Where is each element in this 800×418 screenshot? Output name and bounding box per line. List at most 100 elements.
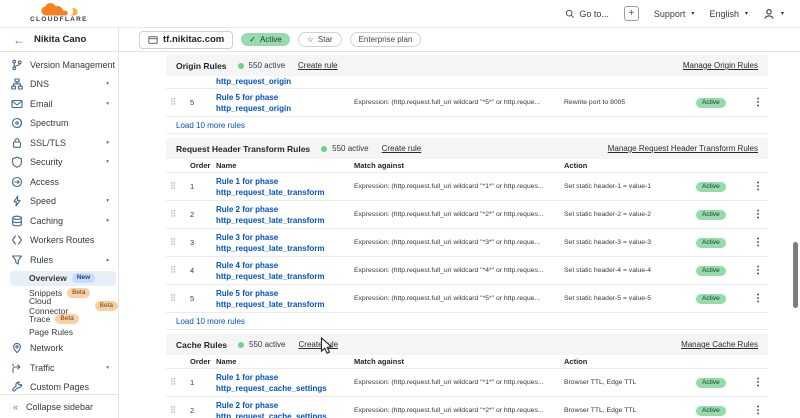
table-row: ⠿1Rule 1 for phasehttp_request_late_tran… xyxy=(166,173,768,201)
table-row: ⠿1Rule 1 for phasehttp_request_cache_set… xyxy=(166,369,768,397)
rule-order: 5 xyxy=(190,294,216,303)
rule-match-expression: Expression: (http.request.full_uri wildc… xyxy=(354,183,564,190)
column-header-name: Name xyxy=(216,161,354,170)
plan-badge: Enterprise plan xyxy=(350,32,422,47)
manage-rules-link[interactable]: Manage Cache Rules xyxy=(681,340,758,349)
table-row: ⠿5Rule 5 for phasehttp_request_originExp… xyxy=(166,89,768,117)
rule-name-link[interactable]: Rule 1 for phasehttp_request_cache_setti… xyxy=(216,372,354,394)
create-rule-link[interactable]: Create rule xyxy=(298,61,338,70)
section-request-header-transform-rules: Request Header Transform Rules550 active… xyxy=(166,138,768,330)
sidebar-item-dns[interactable]: DNS▾ xyxy=(0,75,118,95)
rule-action: Set static header-5 = value-5 xyxy=(564,295,696,302)
drag-handle-icon[interactable]: ⠿ xyxy=(166,209,190,220)
rule-match-expression: Expression: (http.request.full_uri wildc… xyxy=(354,407,564,414)
collapse-sidebar-button[interactable]: « Collapse sidebar xyxy=(0,394,118,418)
column-header-action: Action xyxy=(564,357,696,366)
section-title: Request Header Transform Rules xyxy=(176,144,310,154)
rule-name-link[interactable]: Rule 5 for phasehttp_request_late_transf… xyxy=(216,288,354,310)
table-row: ⠿2Rule 2 for phasehttp_request_late_tran… xyxy=(166,201,768,229)
sidebar-subitem-trace[interactable]: TraceBeta xyxy=(0,313,118,326)
sidebar-subitem-overview[interactable]: OverviewNew xyxy=(10,271,116,286)
sidebar-item-label: Network xyxy=(30,343,109,353)
sidebar-item-access[interactable]: Access xyxy=(0,172,118,192)
rule-name-link[interactable]: Rule 5 for phasehttp_request_origin xyxy=(216,92,354,114)
drag-handle-icon[interactable]: ⠿ xyxy=(166,377,190,388)
rule-name-link[interactable]: Rule 2 for phasehttp_request_late_transf… xyxy=(216,204,354,226)
kebab-menu-icon[interactable]: ⋮ xyxy=(753,377,763,388)
load-more-link[interactable]: Load 10 more rules xyxy=(176,317,245,326)
vertical-scrollbar[interactable] xyxy=(793,242,798,308)
kebab-menu-icon[interactable]: ⋮ xyxy=(753,265,763,276)
sidebar-item-spectrum[interactable]: Spectrum xyxy=(0,114,118,134)
load-more-link[interactable]: Load 10 more rules xyxy=(176,121,245,130)
support-menu[interactable]: Support ▾ xyxy=(654,9,695,19)
chevron-up-icon: ▴ xyxy=(106,257,109,263)
status-dot-icon xyxy=(238,63,244,69)
account-menu[interactable]: ▾ xyxy=(763,8,784,20)
cloudflare-cloud-icon xyxy=(38,3,80,16)
beta-badge: Beta xyxy=(95,301,118,311)
kebab-menu-icon[interactable]: ⋮ xyxy=(753,209,763,220)
table-row: ⠿5Rule 5 for phasehttp_request_late_tran… xyxy=(166,285,768,313)
kebab-menu-icon[interactable]: ⋮ xyxy=(753,405,763,416)
rule-match-expression: Expression: (http.request.full_uri wildc… xyxy=(354,99,564,106)
create-rule-link[interactable]: Create rule xyxy=(299,340,339,349)
rule-name-link[interactable]: Rule 1 for phasehttp_request_late_transf… xyxy=(216,176,354,198)
active-count: 550 active xyxy=(249,61,285,70)
column-headers: OrderNameMatch againstAction xyxy=(166,159,768,173)
sidebar-item-workers-routes[interactable]: Workers Routes xyxy=(0,231,118,251)
rule-order: 3 xyxy=(190,238,216,247)
sidebar-item-caching[interactable]: Caching▾ xyxy=(0,211,118,231)
search-icon xyxy=(565,9,575,19)
rule-name-line1: Rule 5 for phase xyxy=(216,92,354,103)
back-arrow-icon[interactable]: ← xyxy=(13,34,25,46)
rule-name-link[interactable]: http_request_origin xyxy=(216,76,354,88)
kebab-menu-icon[interactable]: ⋮ xyxy=(753,237,763,248)
new-badge: New xyxy=(72,273,95,283)
shield-icon xyxy=(11,156,24,168)
sidebar-item-version-management[interactable]: Version Management xyxy=(0,55,118,75)
rule-name-link[interactable]: Rule 2 for phasehttp_request_cache_setti… xyxy=(216,400,354,418)
sidebar-item-security[interactable]: Security▾ xyxy=(0,153,118,173)
rule-match-expression: Expression: (http.request.full_uri wildc… xyxy=(354,211,564,218)
domain-selector[interactable]: tf.nikitac.com xyxy=(139,31,233,49)
kebab-menu-icon[interactable]: ⋮ xyxy=(753,181,763,192)
drag-handle-icon[interactable]: ⠿ xyxy=(166,293,190,304)
sidebar-item-speed[interactable]: Speed▾ xyxy=(0,192,118,212)
sidebar-item-rules[interactable]: Rules▴ xyxy=(0,250,118,270)
column-header-action: Action xyxy=(564,161,696,170)
kebab-menu-icon[interactable]: ⋮ xyxy=(753,293,763,304)
language-menu[interactable]: English ▾ xyxy=(709,9,748,19)
sidebar-item-network[interactable]: Network xyxy=(0,339,118,359)
sidebar-item-email[interactable]: Email▾ xyxy=(0,94,118,114)
global-search[interactable]: Go to... xyxy=(565,9,609,19)
sidebar-item-traffic[interactable]: Traffic▾ xyxy=(0,358,118,378)
sidebar-subitem-cloud-connector[interactable]: Cloud ConnectorBeta xyxy=(0,300,118,313)
manage-rules-link[interactable]: Manage Origin Rules xyxy=(683,61,758,70)
sidebar-subitem-page-rules[interactable]: Page Rules xyxy=(0,326,118,339)
drag-handle-icon[interactable]: ⠿ xyxy=(166,181,190,192)
sidebar-item-label: Access xyxy=(30,177,109,187)
kebab-menu-icon[interactable]: ⋮ xyxy=(753,97,763,108)
create-rule-link[interactable]: Create rule xyxy=(382,144,422,153)
star-button[interactable]: ☆ Star xyxy=(298,32,342,47)
rule-name-link[interactable]: Rule 4 for phasehttp_request_late_transf… xyxy=(216,260,354,282)
drag-handle-icon[interactable]: ⠿ xyxy=(166,237,190,248)
drag-handle-icon[interactable]: ⠿ xyxy=(166,97,190,108)
sidebar-item-ssl-tls[interactable]: SSL/TLS▾ xyxy=(0,133,118,153)
chevron-down-icon: ▾ xyxy=(106,81,109,87)
cloudflare-logo[interactable]: CLOUDFLARE xyxy=(30,3,88,24)
rule-name-line1: Rule 4 for phase xyxy=(216,260,354,271)
add-button[interactable]: + xyxy=(624,6,639,21)
drag-handle-icon[interactable]: ⠿ xyxy=(166,265,190,276)
sidebar-item-label: Caching xyxy=(30,216,100,226)
rule-match-expression: Expression: (http.request.full_uri wildc… xyxy=(354,267,564,274)
rule-name-link[interactable]: Rule 3 for phasehttp_request_late_transf… xyxy=(216,232,354,254)
sidebar-item-custom-pages[interactable]: Custom Pages xyxy=(0,378,118,395)
manage-rules-link[interactable]: Manage Request Header Transform Rules xyxy=(608,144,758,153)
table-row: ⠿4Rule 4 for phasehttp_request_late_tran… xyxy=(166,257,768,285)
status-badge: Active xyxy=(696,238,726,248)
drag-handle-icon[interactable]: ⠿ xyxy=(166,405,190,416)
rule-name-line2: http_request_late_transform xyxy=(216,243,354,254)
rule-action: Rewrite port to 8005 xyxy=(564,99,696,106)
